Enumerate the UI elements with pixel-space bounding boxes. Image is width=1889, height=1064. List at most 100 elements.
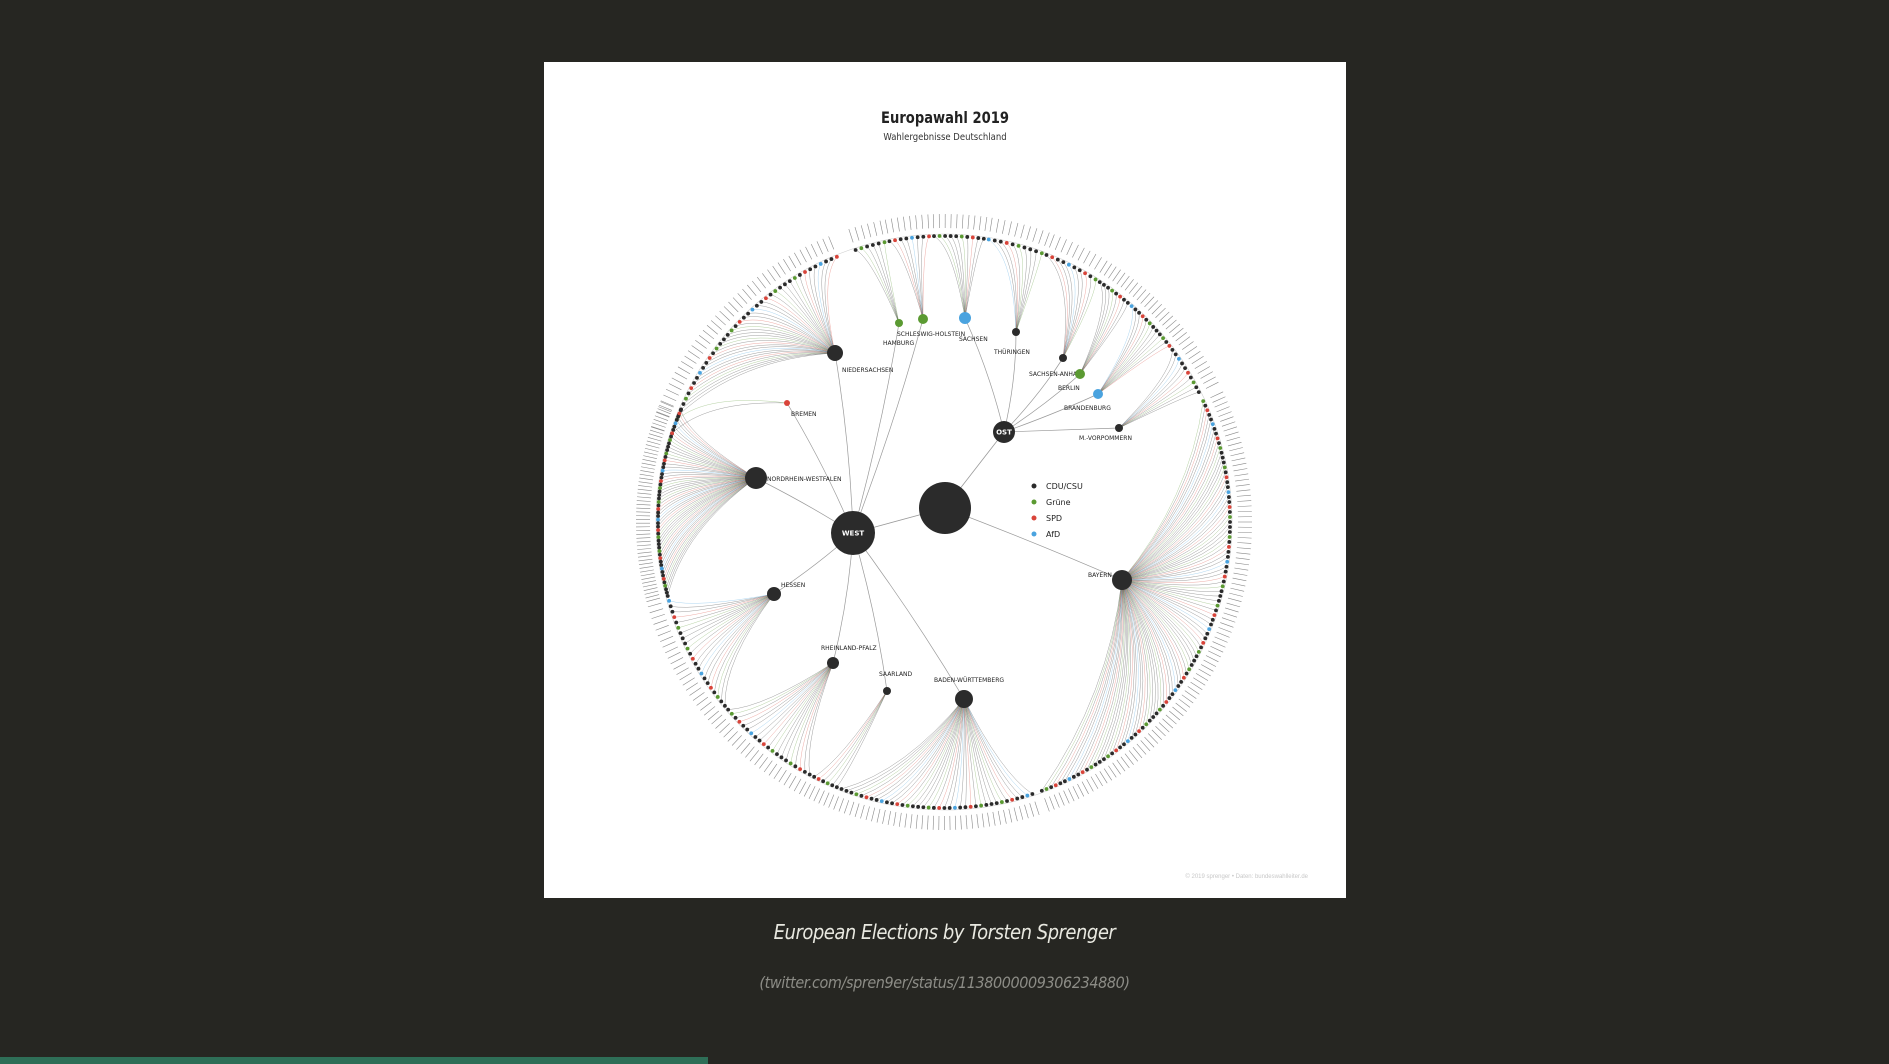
district-label-mark [649, 608, 664, 614]
district-label-mark [767, 269, 776, 282]
district-dot [900, 803, 905, 807]
district-dot [1217, 441, 1221, 446]
state-node-bremen [784, 400, 790, 406]
district-dot [669, 434, 673, 439]
district-label-mark [719, 310, 730, 321]
district-label-mark [1212, 641, 1226, 648]
district-label-mark [728, 301, 739, 313]
district-label-mark [1032, 228, 1038, 242]
district-label-mark [1148, 300, 1159, 311]
district-label-mark [1221, 421, 1236, 427]
district-dot [1215, 436, 1220, 441]
district-dot [726, 707, 731, 712]
district-label-mark [1203, 659, 1217, 667]
caption-source-link[interactable]: (twitter.com/spren9er/status/11380000093… [0, 973, 1889, 992]
district-label-mark [1220, 622, 1234, 628]
district-label-mark [777, 262, 786, 275]
district-dot [816, 777, 821, 781]
district-label-mark [783, 773, 792, 786]
district-label-mark [1090, 776, 1099, 789]
district-dot [674, 418, 679, 422]
district-dot [1212, 613, 1217, 618]
district-label-mark [1151, 729, 1163, 741]
district-dot [715, 695, 720, 699]
district-dot [702, 676, 707, 681]
district-label-mark [805, 246, 813, 260]
district-dot [1196, 649, 1201, 654]
district-label-mark [1132, 747, 1143, 759]
district-dot [1076, 772, 1081, 777]
district-label-mark [1231, 582, 1246, 587]
legend-label-gruene: Grüne [1046, 498, 1071, 507]
district-dot [895, 802, 900, 807]
district-label-mark [665, 388, 679, 396]
district-dot [1167, 696, 1172, 700]
district-dot [698, 370, 702, 375]
district-dot [1102, 757, 1106, 762]
district-dot [1179, 680, 1184, 684]
district-label-mark [1237, 542, 1252, 544]
district-label-mark [1226, 436, 1241, 442]
district-dot [656, 500, 661, 504]
district-label-mark [762, 273, 771, 285]
district-dot [764, 296, 768, 301]
district-dot [659, 563, 664, 567]
district-dot [757, 738, 762, 743]
district-dot [1010, 242, 1015, 247]
district-label-mark [1099, 260, 1108, 273]
district-label-mark [1225, 607, 1239, 613]
district-label-mark [1236, 552, 1251, 555]
district-dot [905, 803, 910, 808]
district-label-mark [887, 811, 891, 825]
district-label-mark [799, 781, 807, 795]
district-label-mark [1203, 376, 1216, 384]
district-dot [714, 346, 719, 351]
district-dot [741, 723, 746, 728]
district-label-mark [898, 812, 902, 827]
district-dot [898, 237, 903, 242]
district-dot [753, 735, 758, 739]
district-dot [992, 238, 997, 243]
district-dot [1088, 274, 1093, 279]
district-dot [1188, 375, 1193, 380]
district-dot [657, 545, 662, 550]
district-dot [688, 651, 693, 656]
district-dot [915, 235, 920, 240]
district-dot [770, 748, 775, 753]
district-label-mark [794, 252, 802, 266]
district-label-mark [1182, 341, 1194, 350]
district-label-mark [1144, 296, 1155, 308]
district-label-mark [685, 682, 698, 691]
state-label-sachsen: SACHSEN [959, 336, 988, 343]
district-label-mark [1072, 786, 1080, 799]
district-label-mark [639, 566, 654, 569]
district-dot [1164, 340, 1169, 344]
district-label-mark [867, 223, 872, 238]
district-label-mark [1124, 753, 1134, 765]
district-dot [672, 424, 677, 429]
state-label-saarland: SAARLAND [879, 671, 913, 678]
district-label-mark [636, 540, 651, 543]
figure-title: Europawahl 2019 [881, 108, 1009, 127]
district-dot [818, 262, 823, 266]
district-dot [689, 386, 694, 391]
district-label-mark [976, 814, 979, 829]
legend: CDU/CSU Grüne SPD AfD [1031, 482, 1083, 539]
district-dot [1010, 797, 1015, 802]
district-dot [1205, 631, 1210, 636]
district-label-mark [1103, 263, 1113, 276]
district-label-mark [636, 533, 651, 535]
district-label-mark [1220, 416, 1234, 422]
district-label-mark [1151, 303, 1163, 315]
district-label-mark [1193, 677, 1206, 686]
district-label-mark [637, 551, 652, 554]
district-label-mark [747, 284, 757, 296]
district-dot [1227, 495, 1231, 499]
district-label-mark [803, 783, 811, 797]
district-dot [741, 315, 746, 320]
state-node-niedersachsen [827, 345, 843, 361]
district-label-mark [987, 812, 990, 827]
district-label-mark [1227, 597, 1242, 603]
state-label-hamburg: HAMBURG [883, 340, 914, 347]
district-dot [803, 270, 807, 274]
